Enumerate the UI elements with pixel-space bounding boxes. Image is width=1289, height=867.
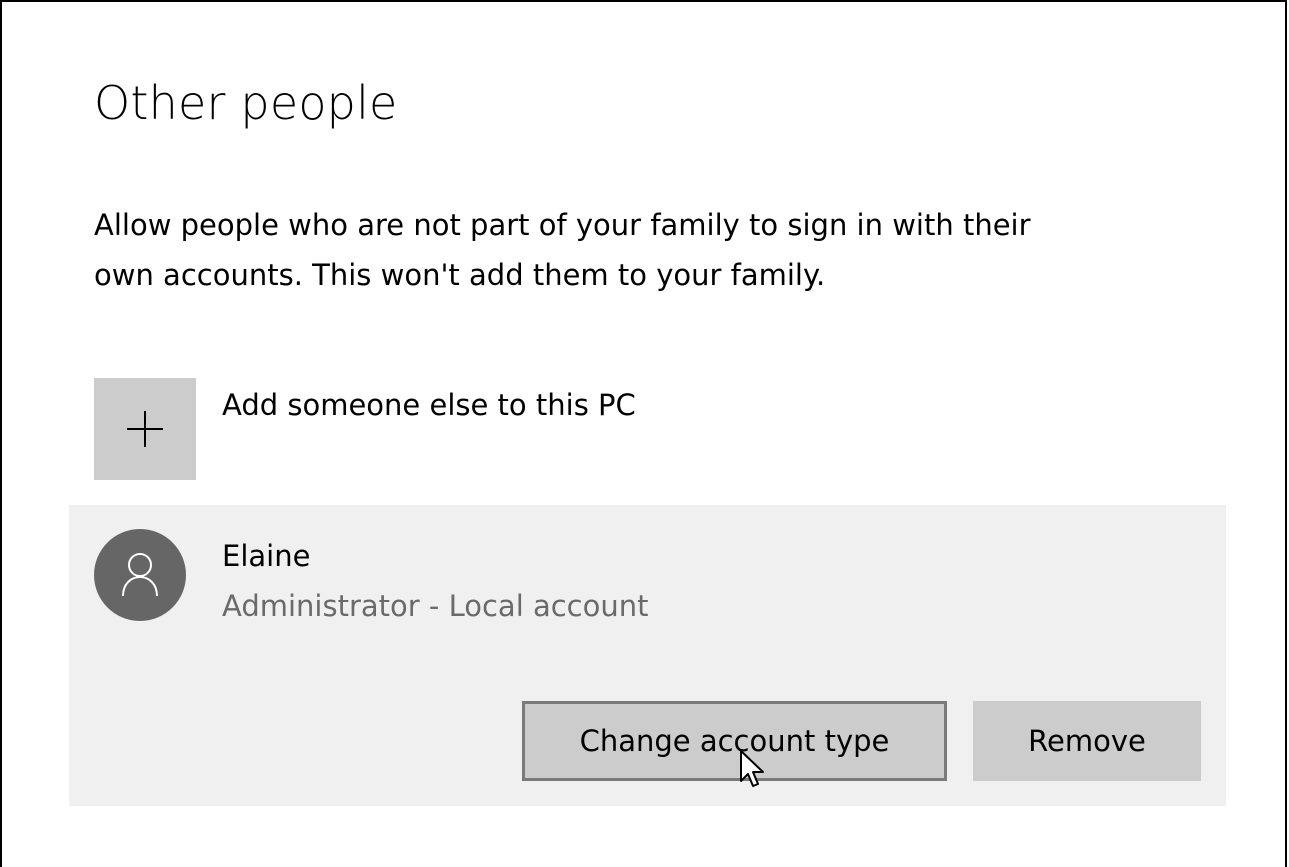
add-someone-row[interactable]: Add someone else to this PC <box>94 378 794 480</box>
account-name: Elaine <box>222 539 311 573</box>
add-tile[interactable] <box>94 378 196 480</box>
avatar <box>94 529 186 621</box>
change-account-type-button[interactable]: Change account type <box>522 701 947 781</box>
page-description: Allow people who are not part of your fa… <box>94 200 1214 300</box>
page-title: Other people <box>94 76 398 130</box>
account-item-elaine[interactable]: Elaine Administrator - Local account Cha… <box>69 505 1226 806</box>
description-line-2: own accounts. This won't add them to you… <box>94 258 826 292</box>
account-type: Administrator - Local account <box>222 589 649 623</box>
mouse-pointer-icon <box>739 749 767 795</box>
remove-button[interactable]: Remove <box>973 701 1201 781</box>
plus-icon <box>127 411 163 447</box>
add-someone-label[interactable]: Add someone else to this PC <box>222 388 636 422</box>
person-icon <box>122 553 158 597</box>
description-line-1: Allow people who are not part of your fa… <box>94 208 1031 242</box>
